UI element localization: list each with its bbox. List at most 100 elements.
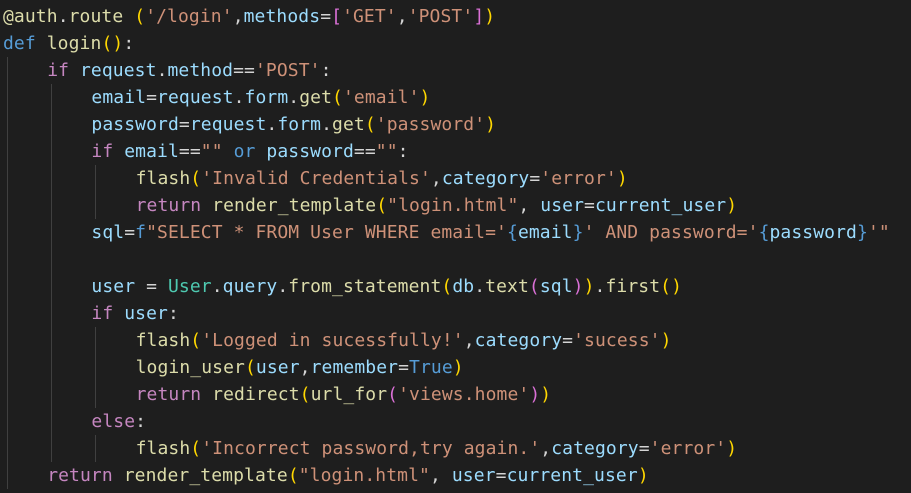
code-token: ( — [190, 168, 202, 189]
code-token: = — [495, 465, 507, 486]
code-token: ) — [583, 276, 595, 297]
code-token: sql — [539, 276, 573, 297]
code-token: user — [451, 465, 496, 486]
code-token: : — [167, 303, 179, 324]
code-token: ) — [484, 6, 496, 27]
code-token: email — [124, 141, 179, 162]
code-token: [ — [331, 6, 343, 27]
code-token: } — [857, 222, 868, 243]
code-token: , — [430, 465, 452, 486]
code-token: remember — [310, 357, 399, 378]
code-token: request — [189, 114, 267, 135]
code-token: () — [660, 276, 683, 297]
code-token: '" — [867, 222, 890, 243]
code-token: category — [551, 438, 639, 459]
code-token: , — [396, 6, 408, 27]
code-token: current_user — [594, 195, 727, 216]
code-token: = — [135, 276, 168, 297]
code-token: () — [101, 33, 124, 54]
code-token: ) — [419, 87, 431, 108]
code-token: def — [3, 33, 36, 54]
code-token: ) — [452, 357, 464, 378]
code-token: . — [277, 276, 289, 297]
code-token: = — [529, 168, 541, 189]
code-token: "login.html" — [387, 195, 519, 216]
code-token: flash — [135, 438, 191, 459]
code-token: 'views.home' — [398, 384, 530, 405]
code-token: 'Incorrect password,try again.' — [201, 438, 541, 459]
code-token: : — [320, 60, 332, 81]
code-token: email — [91, 87, 147, 108]
code-token: ( — [441, 276, 453, 297]
code-token: redirect — [212, 384, 300, 405]
indent-guide — [51, 84, 53, 462]
code-token: render_template — [212, 195, 377, 216]
code-token: ( — [332, 87, 343, 108]
code-token: f — [135, 222, 147, 243]
code-token: = — [398, 357, 410, 378]
code-line: if user: — [91, 300, 179, 327]
code-token: 'sucess' — [573, 330, 661, 351]
code-token: flash — [135, 330, 191, 351]
code-token: email — [517, 222, 573, 243]
code-token: category — [474, 330, 563, 351]
code-line: if request.method=='POST': — [47, 57, 331, 84]
code-line: def login(): — [3, 30, 134, 57]
code-token: ] — [473, 6, 485, 27]
code-line: password=request.form.get('password') — [91, 111, 496, 138]
code-token: @auth — [3, 6, 58, 27]
code-token: ) — [485, 114, 497, 135]
code-line: flash('Logged in sucessfully!',category=… — [136, 327, 672, 354]
code-token: ' AND password=' — [583, 222, 759, 243]
code-token: ( — [299, 384, 311, 405]
code-token: ) — [540, 384, 552, 405]
code-token: password — [769, 222, 857, 243]
code-token: get — [332, 114, 365, 135]
code-line: login_user(user,remember=True) — [136, 354, 464, 381]
code-token: ) — [616, 168, 628, 189]
code-token: login_user — [135, 357, 245, 378]
code-token: ) — [726, 195, 738, 216]
code-line: return render_template("login.html", use… — [47, 462, 649, 489]
code-token: current_user — [506, 465, 638, 486]
code-token: True — [409, 357, 453, 378]
indent-guide — [95, 327, 97, 408]
code-token: = — [178, 114, 190, 135]
code-token: request — [157, 87, 234, 108]
code-token: return — [47, 465, 113, 486]
code-token: 'password' — [375, 114, 486, 135]
code-editor[interactable]: @auth.route ('/login',methods=['GET','PO… — [0, 0, 911, 493]
code-line: return redirect(url_for('views.home')) — [136, 381, 552, 408]
code-token: == — [233, 60, 255, 81]
code-token: : — [135, 411, 147, 432]
code-token: 'GET' — [342, 6, 397, 27]
code-token: form — [244, 87, 289, 108]
code-token: return — [135, 384, 202, 405]
code-token: User — [167, 276, 212, 297]
code-token: : — [123, 33, 135, 54]
code-token: user — [124, 303, 168, 324]
code-token: url_for — [310, 384, 388, 405]
code-token: "" — [200, 141, 223, 162]
code-line: return render_template("login.html", use… — [136, 192, 738, 219]
code-token: ( — [190, 438, 202, 459]
code-token: . — [594, 276, 606, 297]
code-token: from_statement — [288, 276, 442, 297]
code-token: ( — [387, 384, 399, 405]
code-line: flash('Incorrect password,try again.',ca… — [136, 435, 738, 462]
code-token: user — [255, 357, 300, 378]
code-token: , — [518, 195, 541, 216]
code-token: ) — [572, 276, 584, 297]
code-token: if — [91, 141, 114, 162]
code-token: ) — [660, 330, 672, 351]
code-token: . — [474, 276, 486, 297]
code-token: user — [540, 195, 585, 216]
code-token: ) — [726, 438, 738, 459]
code-line: user = User.query.from_statement(db.text… — [91, 273, 682, 300]
